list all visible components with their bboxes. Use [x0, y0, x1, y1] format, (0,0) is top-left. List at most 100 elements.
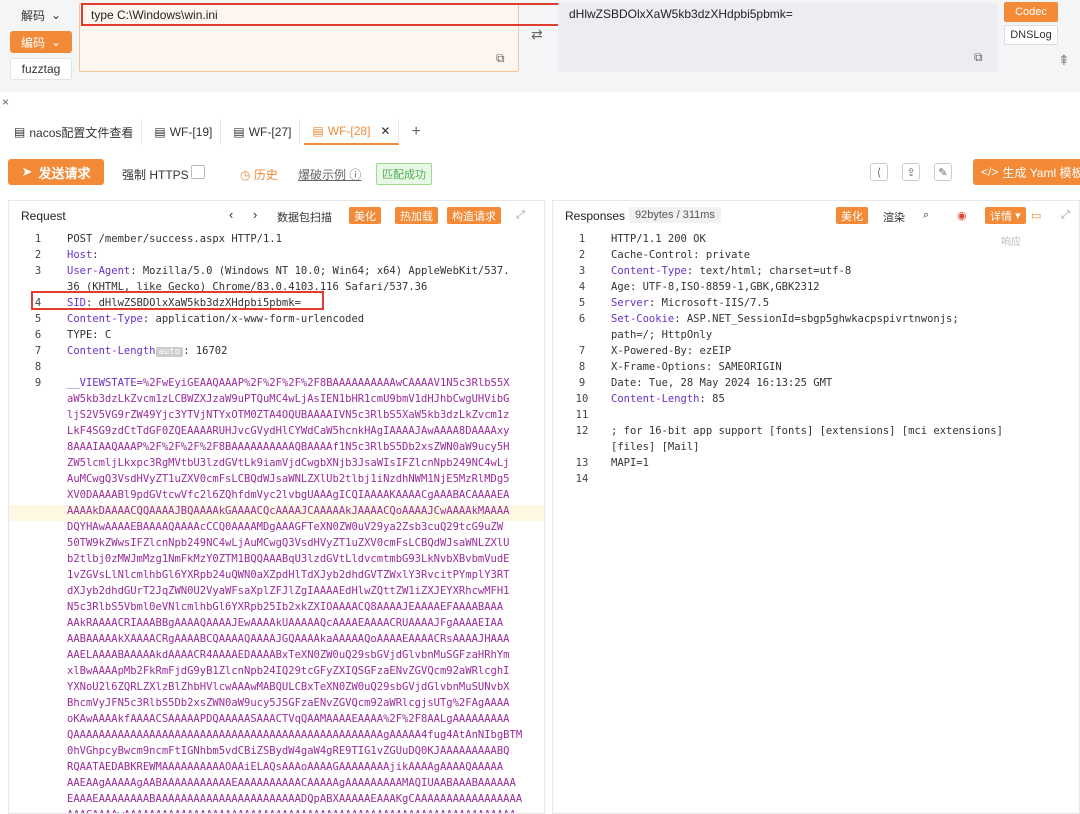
line-content: POST /member/success.aspx HTTP/1.1: [67, 233, 282, 245]
send-request-button[interactable]: ➤ 发送请求: [8, 159, 104, 185]
line-number: 9: [34, 377, 42, 389]
fuzztag-button[interactable]: fuzztag: [10, 58, 72, 80]
line-content: RQAATAEDABKREWMAAAAAAAAAAOAAiELAQsAAAoAA…: [67, 761, 504, 773]
line-content: aW5kb3dzLkZvcm1zLCBWZXJzaW9uPTQuMC4wLjAs…: [67, 393, 510, 405]
comment-icon[interactable]: ▭: [1031, 209, 1041, 222]
line-content: AAAAkDAAAACQQAAAAJBQAAAAkGAAAACQcAAAAJCA…: [67, 505, 510, 517]
line-content: LkF4SG9zdCtTdGF0ZQEAAAARUHJvcGVydHlCYWdC…: [67, 425, 510, 437]
response-size-badge: 92bytes / 311ms: [629, 207, 721, 223]
file-icon: ▤: [233, 125, 245, 139]
line-content: ; for 16-bit app support [fonts] [extens…: [611, 425, 1003, 437]
prev-icon[interactable]: ‹: [229, 207, 233, 222]
line-number: 7: [34, 345, 42, 357]
line-content: X-Powered-By: ezEIP: [611, 345, 732, 357]
line-content: XV0DAAAABl9pdGVtcwVfc2l6ZQhfdmVyc2lvbgUA…: [67, 489, 510, 501]
code-line: XV0DAAAABl9pdGVtcwVfc2l6ZQhfdmVyc2lvbgUA…: [9, 489, 544, 505]
code-line: 7 Content-Length auto: 16702: [9, 345, 544, 361]
code-line: 14: [553, 473, 1079, 489]
beautify-button[interactable]: 美化: [836, 207, 868, 224]
code-line: AuMCwgQ3VsdHVyZT1uZXV0cmFsLCBQdWJsaWNLZX…: [9, 473, 544, 489]
next-icon[interactable]: ›: [253, 207, 257, 222]
send-icon: ➤: [21, 164, 33, 179]
tab-bar: ▤ nacos配置文件查看 ▤ WF-[19] ▤ WF-[27] ▤ WF-[28] ✕…: [0, 118, 1080, 146]
add-tab-icon[interactable]: +: [403, 119, 428, 145]
line-content: __VIEWSTATE=%2FwEyiGEAAQAAAP%2F%2F%2F%2F…: [67, 377, 510, 389]
code-line: 2 Host:: [9, 249, 544, 265]
line-content: BhcmVyJFN5c3RlbS5Db2xsZWN0aW9ucy5JSGFzaE…: [67, 697, 510, 709]
collapse-icon[interactable]: ⇞: [1058, 52, 1070, 69]
edit-icon[interactable]: ✎: [934, 163, 952, 181]
code-line: 8 X-Frame-Options: SAMEORIGIN: [553, 361, 1079, 377]
close-icon[interactable]: ×: [2, 95, 9, 109]
line-number: 1: [34, 233, 42, 245]
line-number: 5: [578, 297, 586, 309]
code-line: AAELAAAABAAAAAkdAAAACR4AAAAEDAAAABxTeXN0…: [9, 649, 544, 665]
scan-button[interactable]: 数据包扫描: [277, 209, 332, 225]
code-icon: </>: [981, 165, 999, 179]
example-link[interactable]: 爆破示例 ⓘ: [298, 166, 361, 183]
line-content: Content-Length: 85: [611, 393, 725, 405]
line-content: YXNoU2l6ZQRLZXlzBlZhbHVlcwAAAwMABQULCBxT…: [67, 681, 510, 693]
swap-icon[interactable]: ⇄: [531, 26, 543, 43]
chevron-down-icon: ⌄: [50, 8, 62, 22]
line-number: 2: [578, 249, 586, 261]
decode-button[interactable]: 解码 ⌄: [10, 4, 72, 26]
code-line: 50TW9kZWwsIFZlcnNpb249NC4wLjAuMCwgQ3VsdH…: [9, 537, 544, 553]
share-icon[interactable]: ⟨: [870, 163, 888, 181]
generate-yaml-button[interactable]: </> 生成 Yaml 模板: [973, 159, 1080, 185]
encode-button[interactable]: 编码 ⌄: [10, 31, 72, 53]
file-icon: ▤: [154, 125, 166, 139]
line-content: QAAAAAAAAAAAAAAAAAAAAAAAAAAAAAAAAAAAAAAA…: [67, 729, 523, 741]
render-button[interactable]: 渲染: [883, 209, 905, 225]
codec-button[interactable]: Codec: [1004, 2, 1058, 22]
export-icon[interactable]: ⇪: [902, 163, 920, 181]
line-content: AAAGAAAAwAAAAAAAAAAAAAAAAAAAAAAAAAAAAAAA…: [67, 809, 516, 813]
hotload-button[interactable]: 热加载: [395, 207, 438, 224]
copy-icon[interactable]: ⧉: [974, 50, 983, 65]
code-line: 1vZGVsLlNlcmlhbGl6YXRpb24uQWN0aXZpdHlTdX…: [9, 569, 544, 585]
expand-icon[interactable]: ⤢: [1061, 209, 1070, 222]
tab-wf-27[interactable]: ▤ WF-[27]: [225, 119, 301, 145]
tab-wf-19[interactable]: ▤ WF-[19]: [146, 119, 222, 145]
detail-button[interactable]: 详情 ▾: [985, 207, 1026, 224]
codec-output-text[interactable]: dHlwZSBDOlxXaW5kb3dzXHdpbi5pbmk=: [569, 7, 793, 21]
tab-nacos[interactable]: ▤ nacos配置文件查看: [6, 119, 143, 145]
request-editor[interactable]: 1 POST /member/success.aspx HTTP/1.1 2 Host…: [9, 231, 544, 813]
code-line: path=/; HttpOnly: [553, 329, 1079, 345]
code-line: b2tlbj0zMWJmMzg1NmFkMzY0ZTM1BQQAAABqU3lz…: [9, 553, 544, 569]
line-content: Server: Microsoft-IIS/7.5: [611, 297, 770, 309]
line-content: 50TW9kZWwsIFZlcnNpb249NC4wLjAuMCwgQ3VsdH…: [67, 537, 510, 549]
chrome-icon[interactable]: ◉: [957, 209, 967, 222]
line-content: xlBwAAAApMb2FkRmFjdG9yB1ZlcnNpb24IQ29tcG…: [67, 665, 510, 677]
dnslog-button[interactable]: DNSLog: [1004, 25, 1058, 45]
line-content: HTTP/1.1 200 OK: [611, 233, 706, 245]
code-line: AAEAAgAAAAAgAABAAAAAAAAAAAEAAAAAAAAAACAA…: [9, 777, 544, 793]
line-number: 9: [578, 377, 586, 389]
build-request-button[interactable]: 构造请求: [447, 207, 501, 224]
code-line: 3 User-Agent: Mozilla/5.0 (Windows NT 10.…: [9, 265, 544, 281]
search-icon[interactable]: ⌕: [923, 209, 929, 222]
line-number: 13: [575, 457, 589, 469]
request-panel: Request ‹ › 数据包扫描 美化 热加载 构造请求 ⤢ 1 POST /m…: [8, 200, 545, 814]
history-button[interactable]: ◷ 历史: [240, 166, 278, 183]
code-line: AABAAAAAkXAAAACRgAAAABCQAAAAQAAAAJGQAAAA…: [9, 633, 544, 649]
code-line: EAAAEAAAAAAAABAAAAAAAAAAAAAAAAAAAAAAADQp…: [9, 793, 544, 809]
request-toolbar: ➤ 发送请求 强制 HTTPS ◷ 历史 爆破示例 ⓘ 匹配成功 ⟨ ⇪ ✎ </…: [0, 155, 1080, 191]
expand-icon[interactable]: ⤢: [516, 209, 525, 222]
line-number: 10: [575, 393, 589, 405]
close-icon[interactable]: ✕: [380, 124, 390, 138]
codec-output[interactable]: dHlwZSBDOlxXaW5kb3dzXHdpbi5pbmk= ⧉: [558, 3, 998, 72]
copy-icon[interactable]: ⧉: [496, 51, 505, 66]
code-line: 1 POST /member/success.aspx HTTP/1.1: [9, 233, 544, 249]
beautify-button[interactable]: 美化: [349, 207, 381, 224]
code-line: 3 Content-Type: text/html; charset=utf-8: [553, 265, 1079, 281]
line-content: path=/; HttpOnly: [611, 329, 713, 341]
code-line: 0hVGhpcyBwcm9ncmFtIGNhbm5vdCBiZSBydW4gaW…: [9, 745, 544, 761]
response-editor[interactable]: 1 HTTP/1.1 200 OK 2 Cache-Control: private 3…: [553, 231, 1079, 813]
https-checkbox[interactable]: [191, 165, 205, 179]
code-line: 10 Content-Length: 85: [553, 393, 1079, 409]
tab-wf-28[interactable]: ▤ WF-[28] ✕: [304, 119, 400, 145]
code-line: 11: [553, 409, 1079, 425]
code-line: 9 __VIEWSTATE=%2FwEyiGEAAQAAAP%2F%2F%2F%2…: [9, 377, 544, 393]
line-content: X-Frame-Options: SAMEORIGIN: [611, 361, 782, 373]
